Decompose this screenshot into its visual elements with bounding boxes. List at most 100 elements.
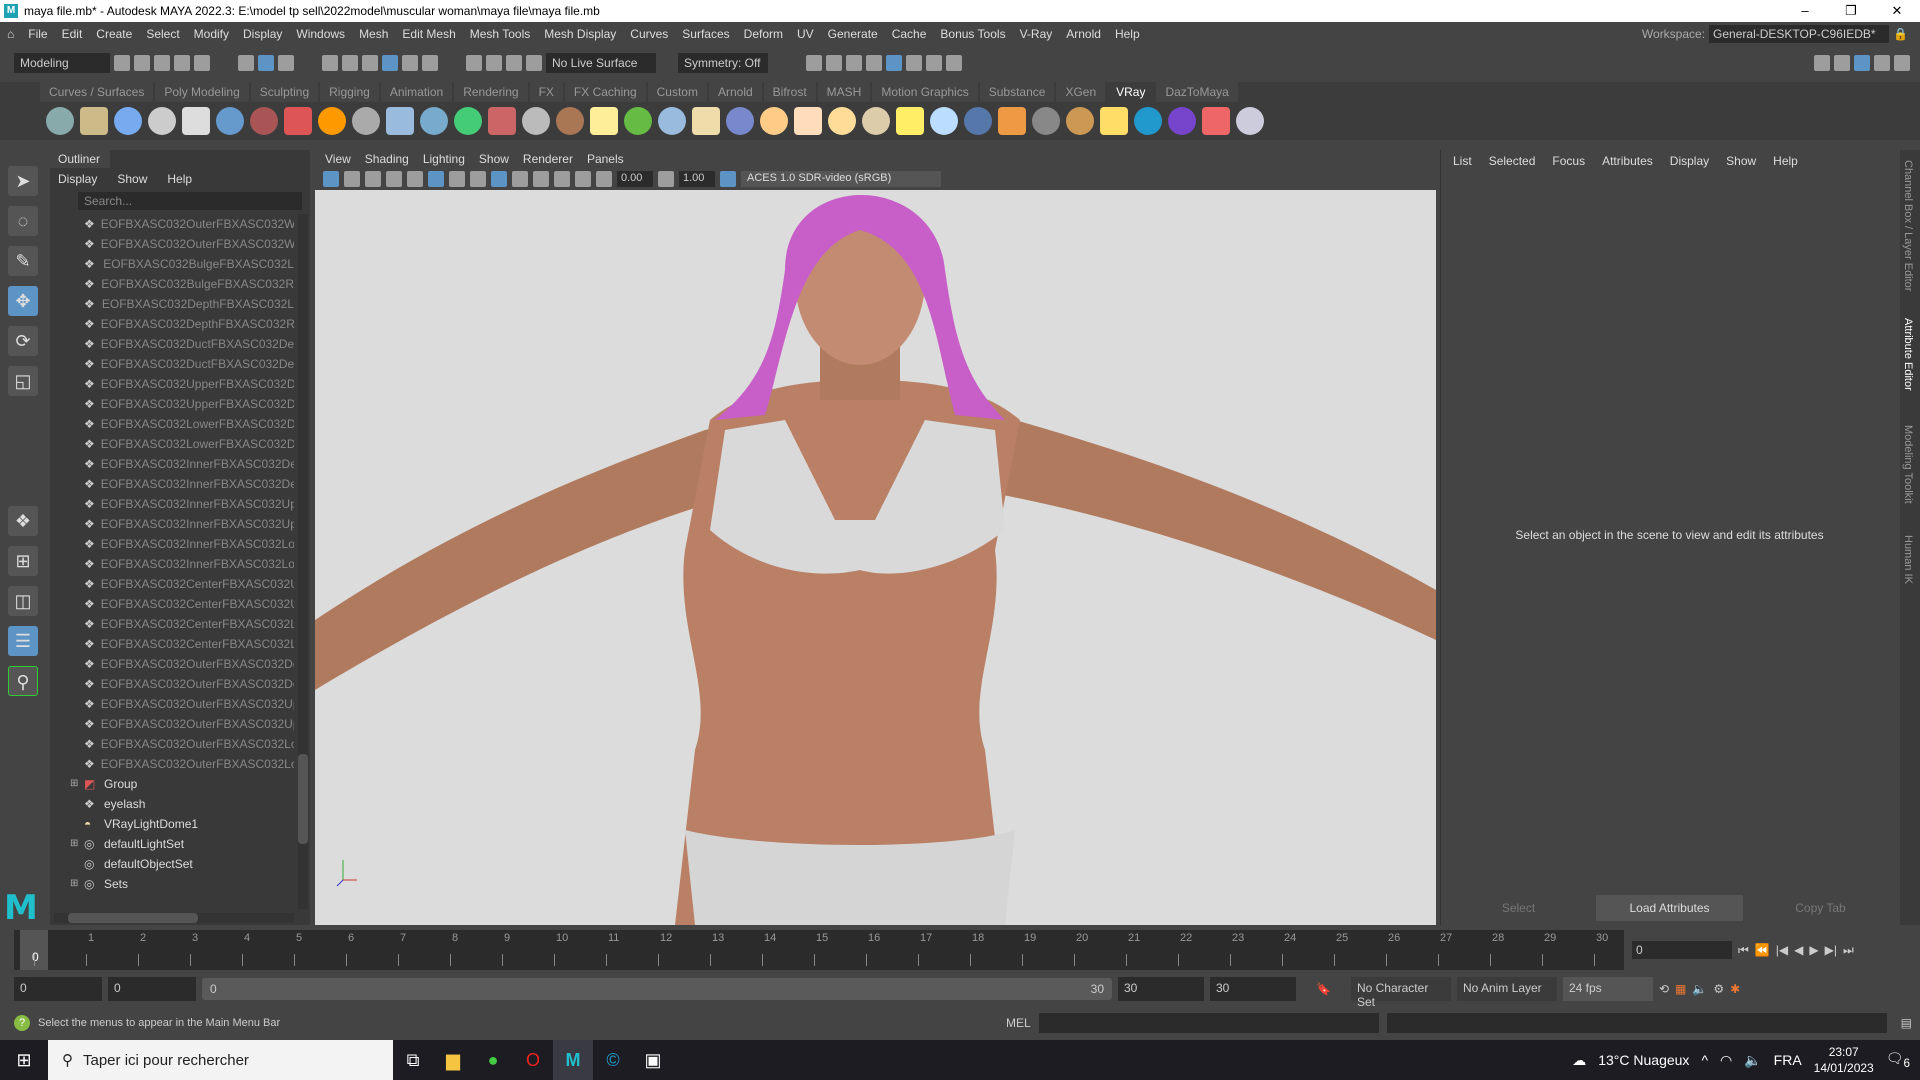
auto-key-icon[interactable]: 🔖 — [1316, 982, 1331, 996]
shelf-tool-icon[interactable] — [1134, 107, 1162, 135]
expand-icon[interactable]: ⊞ — [70, 774, 82, 794]
tab-arnold[interactable]: Arnold — [708, 82, 762, 102]
outliner-menu-help[interactable]: Help — [167, 172, 192, 186]
outliner-menu-show[interactable]: Show — [117, 172, 147, 186]
outliner-item[interactable]: ❖ EOFBXASC032InnerFBXASC032LowerF — [50, 534, 294, 554]
shelf-tool-icon[interactable] — [1100, 107, 1128, 135]
tab-bifrost[interactable]: Bifrost — [763, 82, 816, 102]
menu-create[interactable]: Create — [89, 27, 139, 41]
clock[interactable]: 23:07 14/01/2023 — [1814, 1044, 1874, 1076]
outliner-item[interactable]: ❖ EOFBXASC032CenterFBXASC032Lowe — [50, 634, 294, 654]
exposure-icon[interactable] — [596, 171, 612, 187]
search-icon[interactable]: ⚲ — [8, 666, 38, 696]
preferences-icon[interactable]: ⚙ — [1713, 982, 1724, 996]
outliner-search-input[interactable]: Search... — [78, 192, 302, 210]
step-forward-frame-icon[interactable]: ▶| — [1825, 943, 1837, 957]
cache-playback-icon[interactable]: ▦ — [1675, 982, 1686, 996]
file-explorer-icon[interactable]: ▆ — [433, 1040, 473, 1080]
modeling-toolkit-icon[interactable] — [1814, 55, 1830, 71]
outliner-item[interactable]: ❖ EOFBXASC032OuterFBXASC032Depth — [50, 674, 294, 694]
tab-xgen[interactable]: XGen — [1056, 82, 1106, 102]
history-icon[interactable] — [466, 55, 482, 71]
outliner-horizontal-scrollbar[interactable] — [54, 913, 294, 923]
viewport-panel[interactable]: View Shading Lighting Show Renderer Panels 0.… — [315, 150, 1436, 925]
tab-rigging[interactable]: Rigging — [320, 82, 379, 102]
outliner-item[interactable]: ❖ EOFBXASC032InnerFBXASC032UpperF — [50, 514, 294, 534]
expand-icon[interactable]: ⊞ — [70, 874, 82, 894]
outliner-item[interactable]: ❖ EOFBXASC032OuterFBXASC032Upper — [50, 694, 294, 714]
shelf-tool-icon[interactable] — [1202, 107, 1230, 135]
viewport-menu-shading[interactable]: Shading — [365, 152, 409, 166]
outliner-item[interactable]: ❖ EOFBXASC032UpperFBXASC032Depth — [50, 374, 294, 394]
outliner-item[interactable]: ⊞ ◩ Group — [50, 774, 294, 794]
input-ops-icon[interactable] — [486, 55, 502, 71]
render-settings-icon[interactable] — [866, 55, 882, 71]
character-set-dropdown[interactable]: No Character Set — [1350, 977, 1451, 1009]
ipr-render-icon[interactable] — [846, 55, 862, 71]
shelf-tool-icon[interactable] — [454, 107, 482, 135]
menu-surfaces[interactable]: Surfaces — [675, 27, 736, 41]
outliner-menu-display[interactable]: Display — [58, 172, 97, 186]
lasso-tool-icon[interactable]: ◌ — [8, 206, 38, 236]
tool-settings-icon[interactable] — [1874, 55, 1890, 71]
shelf-tool-icon[interactable] — [930, 107, 958, 135]
shelf-tool-icon[interactable] — [522, 107, 550, 135]
redo-icon[interactable] — [194, 55, 210, 71]
outliner-item[interactable]: ❖ EOFBXASC032InnerFBXASC032LowerF — [50, 554, 294, 574]
select-component-icon[interactable] — [278, 55, 294, 71]
shelf-tool-icon[interactable] — [964, 107, 992, 135]
viewport-menu-show[interactable]: Show — [479, 152, 509, 166]
grid-icon[interactable] — [407, 171, 423, 187]
outliner-item[interactable]: ❖ EOFBXASC032OuterFBXASC032Width — [50, 234, 294, 254]
tab-sculpting[interactable]: Sculpting — [250, 82, 319, 102]
outliner-item[interactable]: ❖ EOFBXASC032LowerFBXASC032Depth — [50, 434, 294, 454]
shelf-tool-icon[interactable] — [352, 107, 380, 135]
shelf-tool-icon[interactable] — [1168, 107, 1196, 135]
select-tool-icon[interactable]: ➤ — [8, 166, 38, 196]
select-object-icon[interactable] — [258, 55, 274, 71]
anim-prefs-icon[interactable]: ✱ — [1730, 982, 1740, 996]
tab-motion-graphics[interactable]: Motion Graphics — [872, 82, 978, 102]
outliner-item[interactable]: ❖ EOFBXASC032InnerFBXASC032DepthF — [50, 454, 294, 474]
outliner-item[interactable]: ❖ EOFBXASC032OuterFBXASC032Depth — [50, 654, 294, 674]
hypershade-icon[interactable] — [886, 55, 902, 71]
shelf-tool-icon[interactable] — [148, 107, 176, 135]
tab-mash[interactable]: MASH — [817, 82, 871, 102]
fps-dropdown[interactable]: 24 fps — [1562, 977, 1653, 1001]
go-to-end-icon[interactable]: ⏭ — [1843, 943, 1854, 958]
shelf-tool-icon[interactable] — [182, 107, 210, 135]
outliner-item[interactable]: ❖ EOFBXASC032CenterFBXASC032Uppe — [50, 574, 294, 594]
scene-end-field[interactable]: 30 — [1210, 977, 1296, 1001]
current-frame-field[interactable]: 0 — [1632, 941, 1732, 959]
lock-icon[interactable]: 🔒 — [1893, 27, 1908, 41]
shelf-tool-icon[interactable] — [1066, 107, 1094, 135]
camera-attributes-icon[interactable] — [344, 171, 360, 187]
step-back-key-icon[interactable]: ⏪ — [1755, 943, 1770, 957]
undo-icon[interactable] — [174, 55, 190, 71]
step-back-frame-icon[interactable]: |◀ — [1776, 943, 1788, 957]
viewport-menu-panels[interactable]: Panels — [587, 152, 624, 166]
menu-set-dropdown[interactable]: Modeling — [14, 53, 110, 73]
symmetry-dropdown[interactable]: Symmetry: Off — [678, 53, 768, 73]
menu-mesh-display[interactable]: Mesh Display — [537, 27, 623, 41]
menu-cache[interactable]: Cache — [885, 27, 934, 41]
menu-file[interactable]: File — [21, 27, 54, 41]
close-button[interactable]: ✕ — [1874, 0, 1920, 22]
outliner-item[interactable]: ❖ EOFBXASC032BulgeFBXASC032R — [50, 274, 294, 294]
copy-tab-button[interactable]: Copy Tab — [1747, 895, 1894, 921]
rotate-tool-icon[interactable]: ⟳ — [8, 326, 38, 356]
gamma-field[interactable]: 1.00 — [679, 171, 715, 187]
render-view-icon[interactable] — [806, 55, 822, 71]
shelf-tool-icon[interactable] — [726, 107, 754, 135]
shelf-tool-icon[interactable] — [46, 107, 74, 135]
outliner-item[interactable]: ❖ EOFBXASC032DepthFBXASC032L — [50, 294, 294, 314]
shelf-tool-icon[interactable] — [624, 107, 652, 135]
shelf-tool-icon[interactable] — [386, 107, 414, 135]
outliner-item[interactable]: ❖ eyelash — [50, 794, 294, 814]
shelf-tool-icon[interactable] — [250, 107, 278, 135]
outliner-item[interactable]: ❖ EOFBXASC032DepthFBXASC032R — [50, 314, 294, 334]
maya-taskbar-icon[interactable]: M — [553, 1040, 593, 1080]
attr-menu-display[interactable]: Display — [1670, 154, 1709, 168]
shelf-tool-icon[interactable] — [896, 107, 924, 135]
two-pane-layout-icon[interactable]: ◫ — [8, 586, 38, 616]
